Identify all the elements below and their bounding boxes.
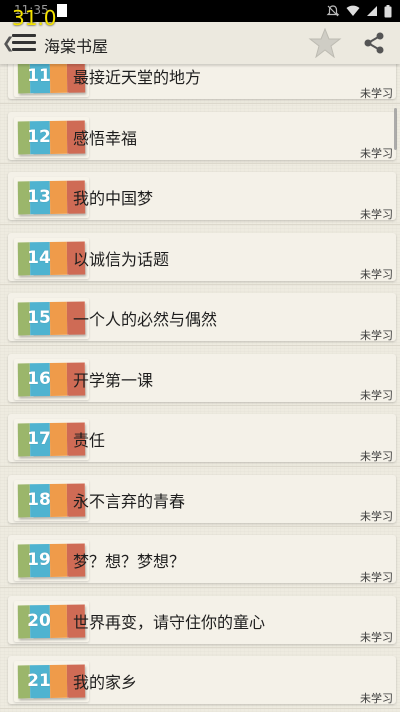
lesson-status: 未学习 xyxy=(360,268,393,281)
lesson-title: 责任 xyxy=(73,431,106,450)
fps-overlay: 31.0 xyxy=(12,6,57,30)
list-item[interactable]: 18 永不言弃的青春 未学习 xyxy=(0,467,400,527)
lesson-title: 以诚信为话题 xyxy=(73,249,170,269)
list-item[interactable]: 21 我的家乡 未学习 xyxy=(0,648,400,709)
list-item[interactable]: 13 我的中国梦 未学习 xyxy=(0,164,400,225)
list-item[interactable]: 17 责任 未学习 xyxy=(0,406,400,467)
lesson-status: 未学习 xyxy=(360,147,393,160)
lesson-status: 未学习 xyxy=(360,570,393,584)
lesson-number: 17 xyxy=(27,429,51,449)
wifi-icon xyxy=(346,5,360,16)
lesson-title: 开学第一课 xyxy=(73,370,154,390)
status-icons xyxy=(326,4,392,18)
lesson-title: 我的中国梦 xyxy=(73,189,154,208)
lesson-status: 未学习 xyxy=(360,86,393,100)
lesson-number: 13 xyxy=(27,187,51,207)
lesson-title: 我的家乡 xyxy=(73,673,138,692)
scrollbar[interactable] xyxy=(394,108,397,150)
list-item[interactable]: 20 世界再变，请守住你的童心 未学习 xyxy=(0,588,400,648)
battery-icon xyxy=(384,4,392,17)
lesson-title: 感悟幸福 xyxy=(73,128,138,148)
lesson-number: 20 xyxy=(27,610,51,631)
star-icon[interactable] xyxy=(308,28,342,58)
lesson-number: 16 xyxy=(27,368,51,389)
overlay-indicator xyxy=(57,4,67,17)
lesson-number: 18 xyxy=(27,489,51,510)
list-item[interactable]: 12 感悟幸福 未学习 xyxy=(0,104,400,164)
list-item[interactable]: 15 一个人的必然与偶然 未学习 xyxy=(0,285,400,346)
signal-icon xyxy=(367,6,377,16)
list-item[interactable]: 16 开学第一课 未学习 xyxy=(0,346,400,406)
lesson-status: 未学习 xyxy=(360,389,393,402)
app-title: 海棠书屋 xyxy=(44,37,109,56)
mute-icon xyxy=(326,5,340,17)
lesson-status: 未学习 xyxy=(360,328,393,342)
lesson-number: 12 xyxy=(27,126,51,147)
screen: 11:35 31.0 11 最接近天堂的地方 未学习 12 感悟幸福 未学习 1… xyxy=(0,0,400,712)
lesson-title: 永不言弃的青春 xyxy=(73,491,186,511)
lesson-status: 未学习 xyxy=(360,449,393,463)
lesson-number: 11 xyxy=(27,66,51,86)
lesson-number: 19 xyxy=(27,550,51,570)
lesson-title: 一个人的必然与偶然 xyxy=(73,310,218,329)
lesson-title: 世界再变，请守住你的童心 xyxy=(73,612,266,632)
toolbar: ❮ 海棠书屋 xyxy=(0,22,400,64)
list-item[interactable]: 19 梦？想？梦想？ 未学习 xyxy=(0,527,400,588)
lesson-title: 梦？想？梦想？ xyxy=(73,552,186,571)
lesson-status: 未学习 xyxy=(360,207,393,221)
lesson-status: 未学习 xyxy=(360,510,393,523)
menu-icon[interactable] xyxy=(12,34,36,52)
lesson-number: 15 xyxy=(27,308,51,328)
list-item[interactable]: 14 以诚信为话题 未学习 xyxy=(0,225,400,285)
lesson-status: 未学习 xyxy=(360,631,393,644)
lesson-title: 最接近天堂的地方 xyxy=(73,68,202,87)
lesson-number: 14 xyxy=(27,247,51,268)
lesson-number: 21 xyxy=(27,671,51,691)
lesson-list[interactable]: 11 最接近天堂的地方 未学习 12 感悟幸福 未学习 13 我的中国梦 未学习… xyxy=(0,43,400,709)
lesson-status: 未学习 xyxy=(360,691,393,705)
share-icon[interactable] xyxy=(362,31,386,55)
